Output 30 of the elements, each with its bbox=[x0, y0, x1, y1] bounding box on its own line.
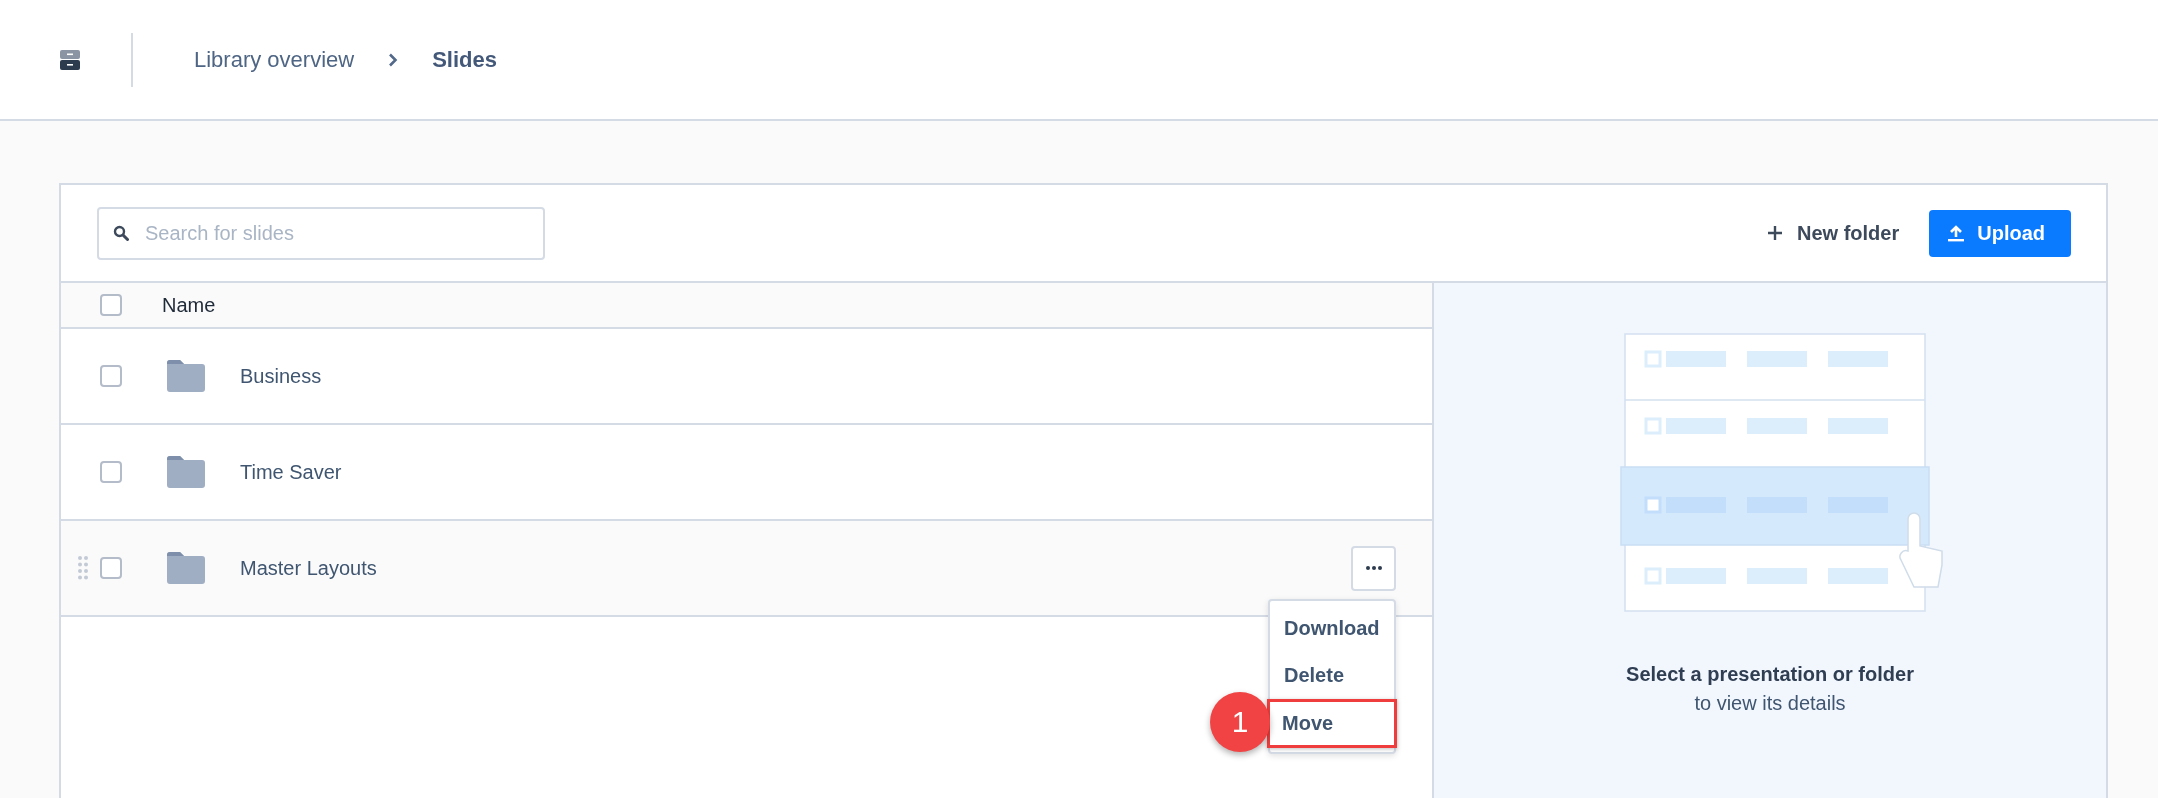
details-subtitle: to view its details bbox=[1694, 692, 1846, 715]
current-page-title: Slides bbox=[432, 46, 497, 73]
folder-row[interactable]: Master Layouts bbox=[61, 521, 1432, 617]
row-checkbox[interactable] bbox=[100, 557, 122, 579]
row-checkbox[interactable] bbox=[100, 461, 122, 483]
plus-icon bbox=[1766, 225, 1783, 241]
details-title: Select a presentation or folder bbox=[1626, 663, 1914, 686]
archive-icon bbox=[59, 48, 81, 71]
select-all-checkbox[interactable] bbox=[100, 294, 122, 316]
step-number-badge: 1 bbox=[1210, 692, 1270, 752]
more-options-button[interactable] bbox=[1351, 545, 1396, 591]
row-checkbox[interactable] bbox=[100, 365, 122, 387]
breadcrumb-link[interactable]: Library overview bbox=[194, 46, 355, 73]
menu-item[interactable]: Delete bbox=[1270, 652, 1394, 699]
upload-icon bbox=[1947, 224, 1966, 242]
search-field[interactable]: Search for slides bbox=[97, 206, 545, 260]
folder-name: Business bbox=[240, 364, 322, 388]
ellipsis-icon bbox=[1365, 566, 1382, 570]
menu-item[interactable]: Move bbox=[1267, 699, 1397, 748]
drag-handle-icon[interactable] bbox=[78, 555, 88, 581]
folder-name: Master Layouts bbox=[240, 556, 377, 580]
folder-icon bbox=[167, 552, 205, 584]
upload-button[interactable]: Upload bbox=[1929, 209, 2071, 257]
search-icon bbox=[113, 224, 129, 241]
chevron-right-icon bbox=[388, 52, 399, 67]
column-header[interactable]: Name bbox=[162, 293, 216, 317]
folder-name: Time Saver bbox=[240, 460, 342, 484]
folder-icon bbox=[167, 360, 205, 392]
new-folder-button[interactable]: New folder bbox=[1758, 213, 1908, 253]
folder-icon bbox=[167, 456, 205, 488]
